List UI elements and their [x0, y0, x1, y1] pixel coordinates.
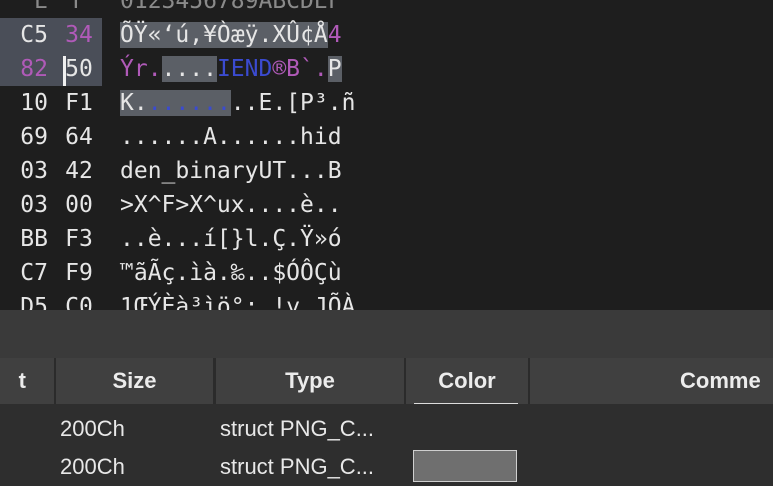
hex-byte[interactable]: 69 — [0, 120, 56, 154]
ascii-text[interactable]: ......A......hid — [120, 120, 342, 154]
table-row[interactable]: 200Ch struct PNG_C... — [0, 410, 773, 448]
hex-byte[interactable]: 64 — [56, 120, 102, 154]
hex-row[interactable]: 82 50 Ýr.....IEND®B`.P — [0, 52, 773, 86]
size-cell: 200Ch — [60, 416, 125, 441]
ascii-highlight: Ýr. — [120, 56, 162, 82]
column-header-size[interactable]: Size — [56, 358, 213, 404]
ascii-text[interactable]: K.........E.[P³.ñ — [120, 86, 355, 120]
color-swatch[interactable] — [413, 450, 517, 482]
column-header-color[interactable]: Color — [406, 358, 528, 404]
hex-row[interactable]: C5 34 ÕŸ«‘ú,¥Òæÿ.XÛ¢Å4 — [0, 18, 773, 52]
hex-byte[interactable]: 00 — [56, 188, 102, 222]
hex-byte[interactable]: 10 — [0, 86, 56, 120]
panel-splitter[interactable] — [0, 310, 773, 358]
ascii-selection: P — [327, 56, 342, 82]
hex-header-col-f: F — [72, 0, 86, 14]
template-results-table[interactable]: 200Ch struct PNG_C... 200Ch struct PNG_C… — [0, 404, 773, 486]
column-header-name[interactable]: t — [0, 358, 54, 404]
hex-byte[interactable]: C5 — [0, 18, 56, 52]
hex-row[interactable]: 03 42 den_binaryUT...B — [0, 154, 773, 188]
ascii-text[interactable]: ÕŸ«‘ú,¥Òæÿ.XÛ¢Å4 — [120, 18, 342, 52]
table-row[interactable]: 200Ch struct PNG_C... — [0, 448, 773, 486]
hex-row[interactable]: 69 64 ......A......hid — [0, 120, 773, 154]
hex-byte[interactable]: F1 — [56, 86, 102, 120]
hex-byte[interactable]: F9 — [56, 256, 102, 290]
ascii-text[interactable]: den_binaryUT...B — [120, 154, 342, 188]
ascii-text[interactable]: 1ŒÝÈà³ìö°: !y JÕÀ — [120, 290, 355, 310]
hex-header-col-e: E — [34, 0, 48, 14]
ascii-header: 0123456789ABCDEF — [120, 0, 342, 14]
hex-byte[interactable]: 03 — [0, 154, 56, 188]
hex-editor-pane[interactable]: E F 0123456789ABCDEF C5 34 ÕŸ«‘ú,¥Òæÿ.XÛ… — [0, 0, 773, 310]
ascii-highlight: ®B`. — [272, 56, 328, 82]
column-header-type[interactable]: Type — [216, 358, 404, 404]
hex-byte[interactable]: 82 — [0, 52, 56, 86]
hex-byte[interactable]: BB — [0, 222, 56, 256]
ascii-highlight: 4 — [327, 22, 342, 48]
ascii-text[interactable]: >X^F>X^ux....è.. — [120, 188, 342, 222]
ascii-selection: K....... — [120, 90, 231, 116]
ascii-text[interactable]: Ýr.....IEND®B`.P — [120, 52, 342, 86]
hex-byte[interactable]: C7 — [0, 256, 56, 290]
ascii-text[interactable]: ™ãÃç.ìà.‰..$ÓÔÇù — [120, 256, 342, 290]
hex-row[interactable]: 03 00 >X^F>X^ux....è.. — [0, 188, 773, 222]
hex-row[interactable]: BB F3 ..è...í[}l.Ç.Ÿ»ó — [0, 222, 773, 256]
text-cursor — [63, 56, 66, 86]
type-cell: struct PNG_C... — [220, 416, 375, 441]
ascii-iend: IEND — [216, 56, 273, 82]
ascii-selection: ÕŸ«‘ú,¥Òæÿ.XÛ¢Å — [120, 22, 328, 48]
type-cell: struct PNG_C... — [220, 454, 375, 479]
column-header-comment[interactable]: Comme — [530, 358, 773, 404]
ascii-text[interactable]: ..è...í[}l.Ç.Ÿ»ó — [120, 222, 342, 256]
template-results-header: t Size Type Color Comme — [0, 358, 773, 404]
hex-row[interactable]: D5 C0 1ŒÝÈà³ìö°: !y JÕÀ — [0, 290, 773, 310]
hex-byte[interactable]: C0 — [56, 290, 102, 310]
hex-row[interactable]: C7 F9 ™ãÃç.ìà.‰..$ÓÔÇù — [0, 256, 773, 290]
hex-byte[interactable]: 34 — [56, 18, 102, 52]
hex-byte[interactable]: 03 — [0, 188, 56, 222]
hex-byte[interactable]: D5 — [0, 290, 56, 310]
hex-byte[interactable]: 42 — [56, 154, 102, 188]
hex-row[interactable]: 10 F1 K.........E.[P³.ñ — [0, 86, 773, 120]
hex-byte[interactable]: F3 — [56, 222, 102, 256]
size-cell: 200Ch — [60, 454, 125, 479]
ascii-selection: .... — [161, 56, 217, 82]
